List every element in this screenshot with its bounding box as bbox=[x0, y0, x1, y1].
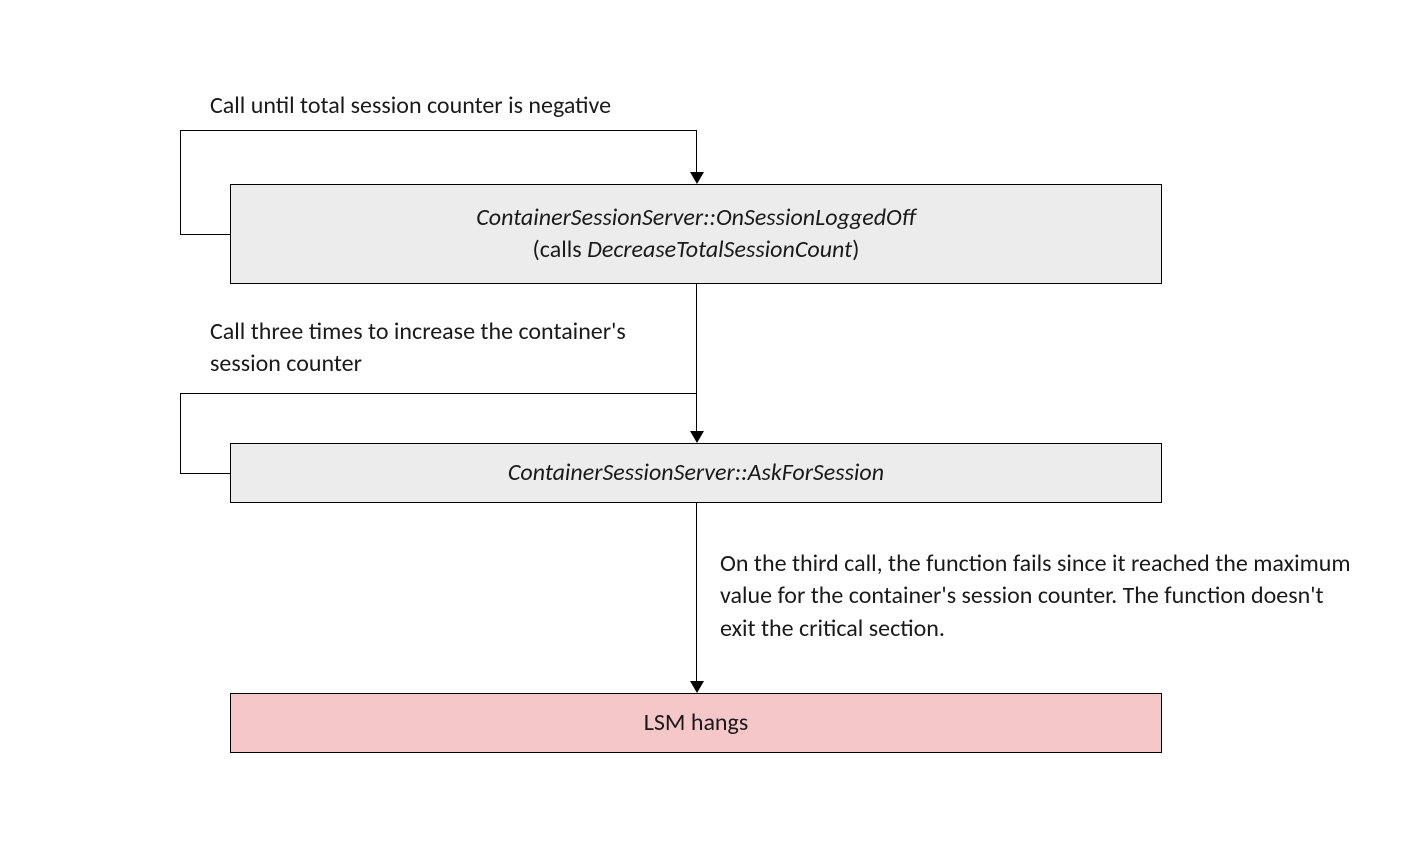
box1-line1: ContainerSessionServer::OnSessionLoggedO… bbox=[476, 202, 916, 234]
loop1-v-arrow bbox=[696, 130, 697, 174]
box1-line2a: (calls bbox=[533, 235, 588, 264]
conn2-arrowhead bbox=[690, 681, 704, 693]
box1-line2: (calls DecreaseTotalSessionCount) bbox=[533, 234, 860, 266]
loop1-v-left bbox=[180, 130, 181, 234]
box-lsm-hangs: LSM hangs bbox=[230, 693, 1162, 753]
box1-line2b: DecreaseTotalSessionCount bbox=[587, 235, 852, 264]
box-onsessionloggedoff: ContainerSessionServer::OnSessionLoggedO… bbox=[230, 184, 1162, 284]
loop2-h-top bbox=[180, 393, 696, 394]
box3-text: LSM hangs bbox=[644, 707, 748, 739]
loop1-arrowhead bbox=[690, 172, 704, 184]
loop1-h-top bbox=[180, 130, 696, 131]
box1-line2c: ) bbox=[852, 235, 859, 264]
label-top-text: Call until total session counter is nega… bbox=[210, 91, 611, 120]
box2-text: ContainerSessionServer::AskForSession bbox=[508, 457, 884, 489]
conn2-v bbox=[696, 503, 697, 681]
conn1-v bbox=[696, 284, 697, 433]
loop2-h-into bbox=[180, 473, 230, 474]
loop2-v-left bbox=[180, 393, 181, 473]
loop1-h-into bbox=[180, 234, 230, 235]
label-mid: Call three times to increase the contain… bbox=[210, 316, 630, 381]
conn1-arrowhead bbox=[690, 431, 704, 443]
label-top: Call until total session counter is nega… bbox=[210, 90, 611, 122]
box-askforsession: ContainerSessionServer::AskForSession bbox=[230, 443, 1162, 503]
label-bottom: On the third call, the function fails si… bbox=[720, 548, 1360, 645]
label-bottom-text: On the third call, the function fails si… bbox=[720, 549, 1351, 643]
label-mid-text: Call three times to increase the contain… bbox=[210, 317, 626, 378]
